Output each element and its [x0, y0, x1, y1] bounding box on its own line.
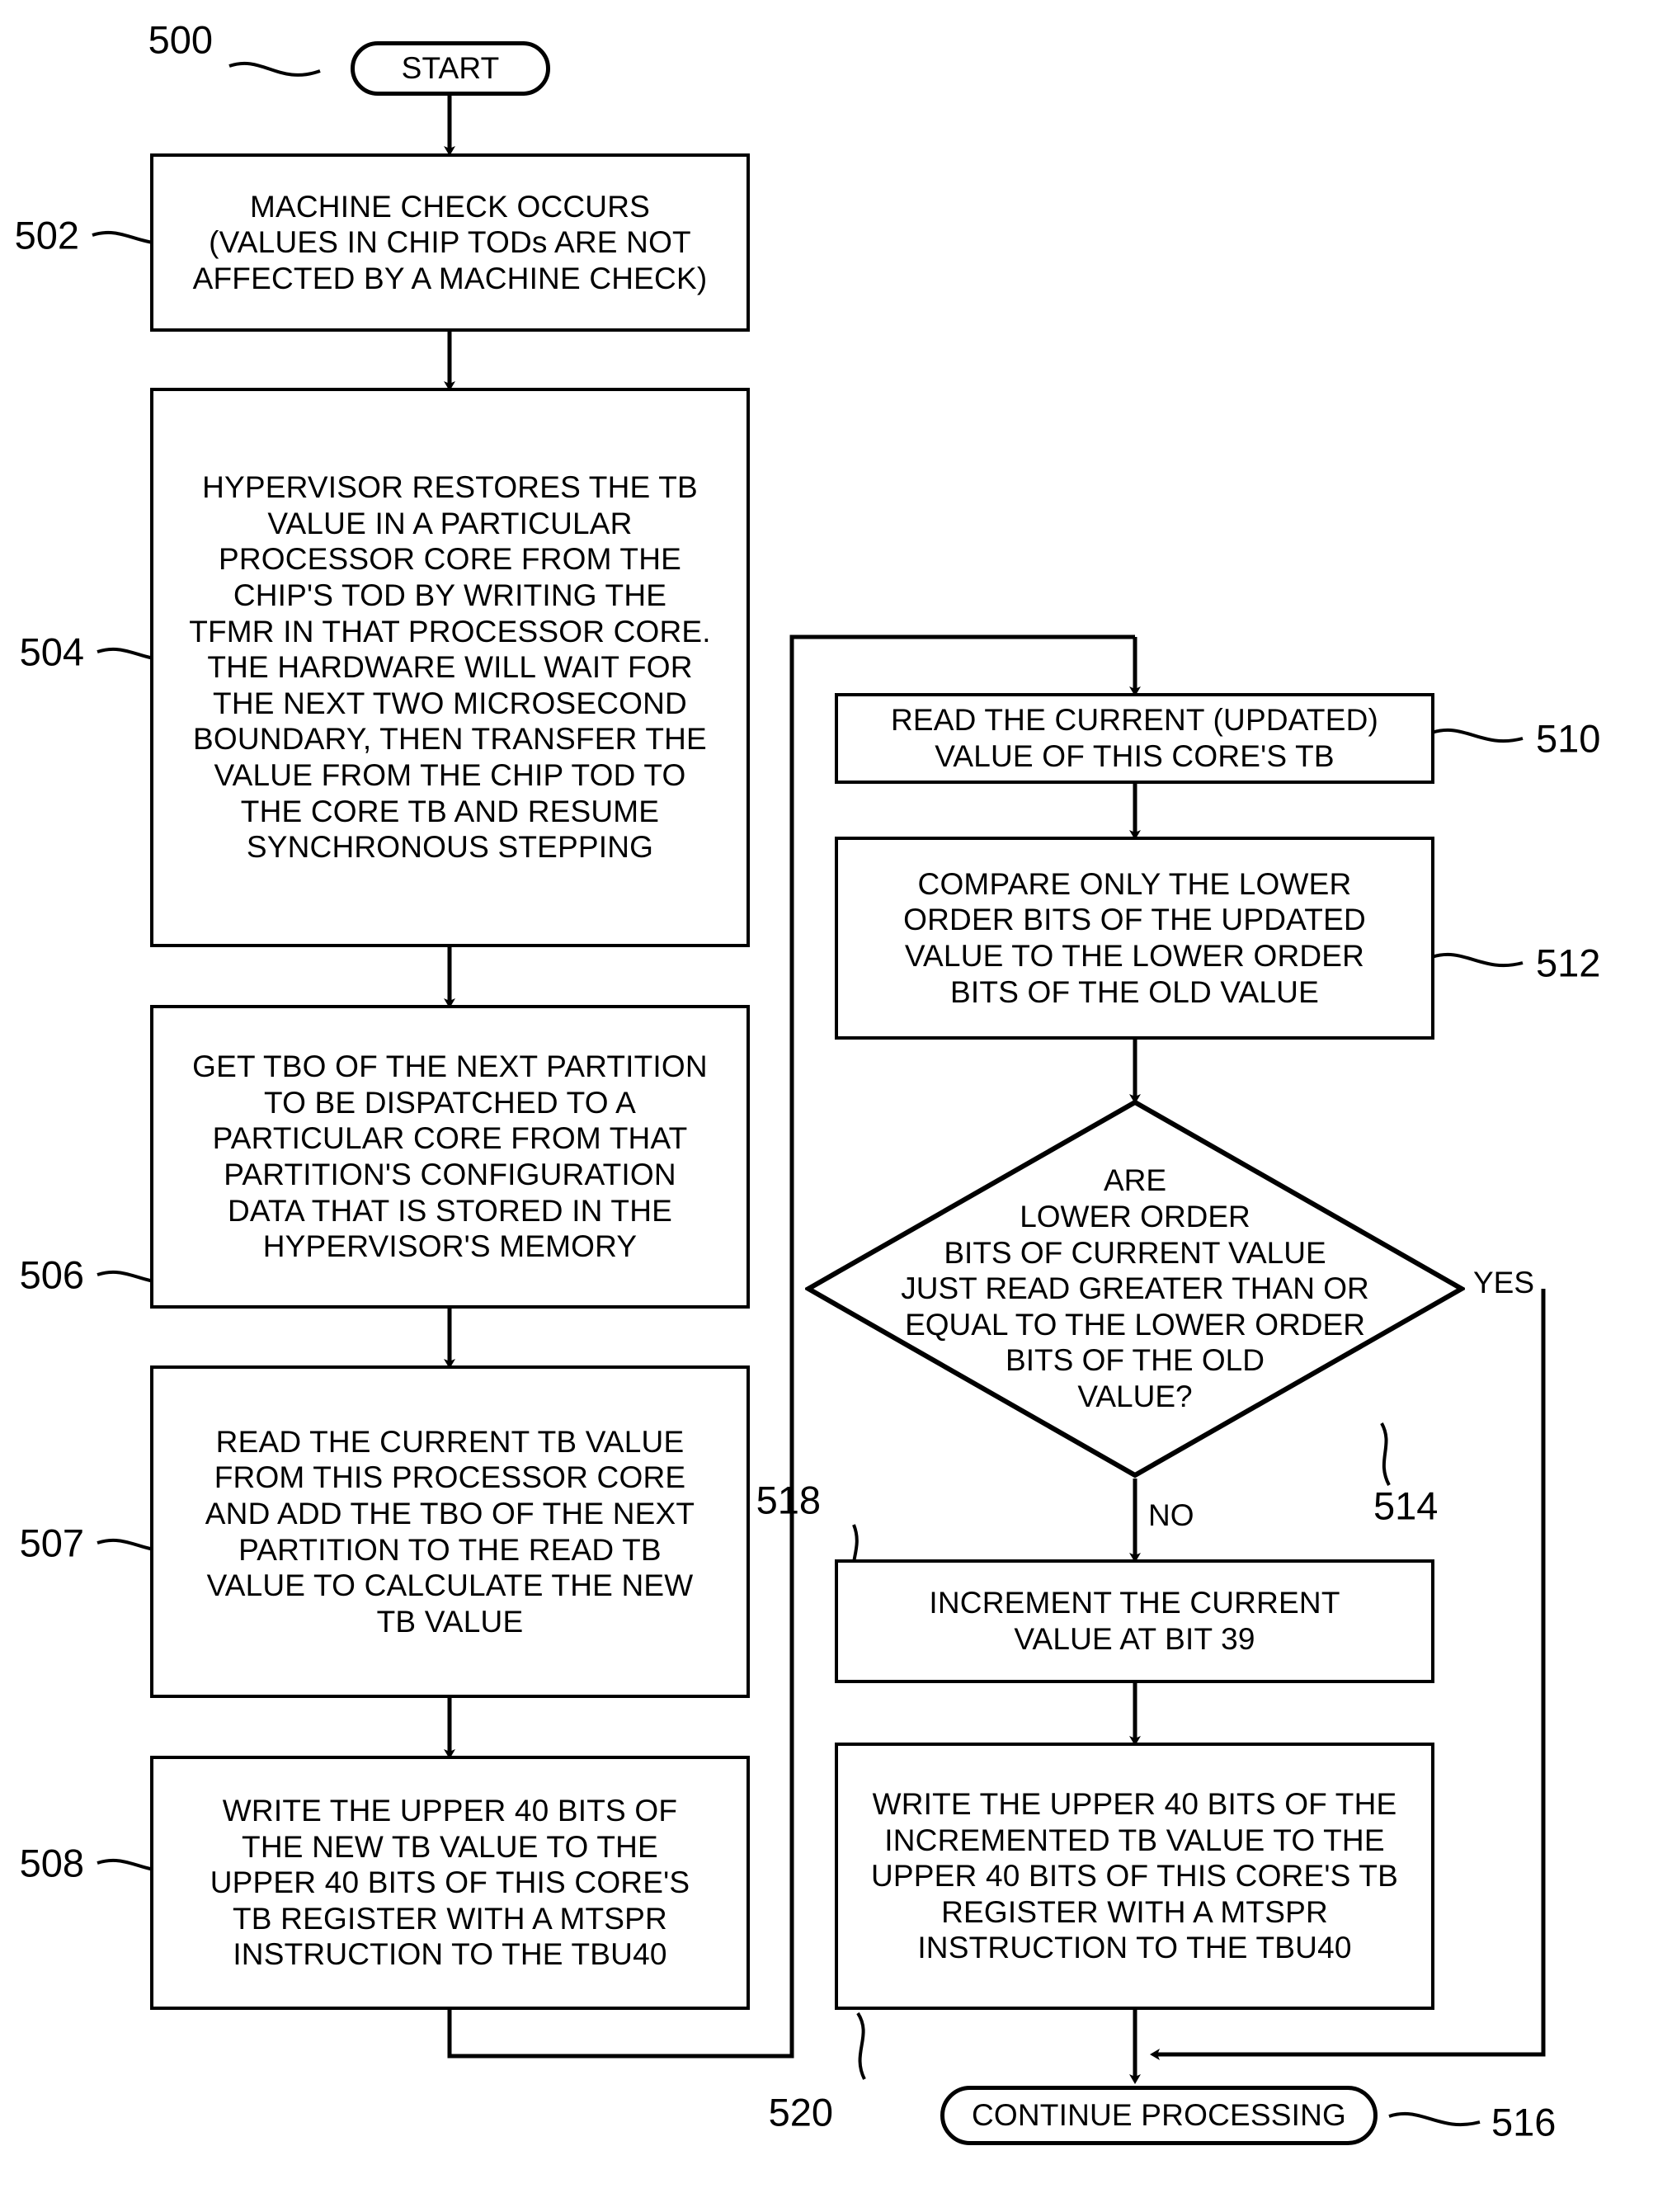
branch-label-yes: YES — [1473, 1266, 1535, 1299]
ref-500: 500 — [148, 17, 213, 62]
node-write-new-tb: WRITE THE UPPER 40 BITS OF THE NEW TB VA… — [150, 1756, 750, 2010]
ref-514: 514 — [1373, 1483, 1439, 1528]
node-write-incremented-label: WRITE THE UPPER 40 BITS OF THE INCREMENT… — [871, 1786, 1398, 1965]
node-continue: CONTINUE PROCESSING — [940, 2086, 1378, 2145]
node-start: START — [351, 41, 550, 96]
node-compare-lower-label: COMPARE ONLY THE LOWER ORDER BITS OF THE… — [903, 866, 1366, 1009]
node-read-current-tb-label: READ THE CURRENT TB VALUE FROM THIS PROC… — [205, 1424, 695, 1639]
ref-518: 518 — [756, 1478, 821, 1522]
ref-507: 507 — [19, 1521, 84, 1565]
node-continue-label: CONTINUE PROCESSING — [971, 2098, 1346, 2133]
node-decision-label: ARE LOWER ORDER BITS OF CURRENT VALUE JU… — [901, 1163, 1369, 1414]
flowchart-figure: 500 START 502 MACHINE CHECK OCCURS (VALU… — [0, 0, 1672, 2212]
node-get-tbo: GET TBO OF THE NEXT PARTITION TO BE DISP… — [150, 1005, 750, 1309]
node-machine-check-label: MACHINE CHECK OCCURS (VALUES IN CHIP TOD… — [192, 189, 708, 295]
ref-520: 520 — [768, 2090, 833, 2134]
ref-506: 506 — [19, 1252, 84, 1297]
node-get-tbo-label: GET TBO OF THE NEXT PARTITION TO BE DISP… — [192, 1049, 708, 1264]
node-hypervisor-restores: HYPERVISOR RESTORES THE TB VALUE IN A PA… — [150, 388, 750, 947]
node-start-label: START — [401, 51, 500, 86]
ref-508: 508 — [19, 1841, 84, 1885]
node-hypervisor-restores-label: HYPERVISOR RESTORES THE TB VALUE IN A PA… — [189, 469, 711, 865]
node-read-updated: READ THE CURRENT (UPDATED) VALUE OF THIS… — [835, 693, 1434, 784]
ref-510: 510 — [1536, 716, 1601, 761]
ref-516: 516 — [1491, 2100, 1557, 2144]
node-machine-check: MACHINE CHECK OCCURS (VALUES IN CHIP TOD… — [150, 153, 750, 332]
ref-512: 512 — [1536, 941, 1601, 985]
node-increment: INCREMENT THE CURRENT VALUE AT BIT 39 — [835, 1559, 1434, 1683]
node-read-updated-label: READ THE CURRENT (UPDATED) VALUE OF THIS… — [890, 703, 1379, 773]
ref-504: 504 — [19, 630, 84, 674]
branch-label-no: NO — [1148, 1498, 1194, 1532]
node-decision: ARE LOWER ORDER BITS OF CURRENT VALUE JU… — [805, 1099, 1465, 1479]
node-read-current-tb: READ THE CURRENT TB VALUE FROM THIS PROC… — [150, 1365, 750, 1698]
ref-502: 502 — [14, 213, 79, 257]
node-increment-label: INCREMENT THE CURRENT VALUE AT BIT 39 — [929, 1586, 1340, 1656]
node-write-new-tb-label: WRITE THE UPPER 40 BITS OF THE NEW TB VA… — [210, 1793, 690, 1972]
node-write-incremented: WRITE THE UPPER 40 BITS OF THE INCREMENT… — [835, 1743, 1434, 2010]
node-compare-lower: COMPARE ONLY THE LOWER ORDER BITS OF THE… — [835, 837, 1434, 1040]
